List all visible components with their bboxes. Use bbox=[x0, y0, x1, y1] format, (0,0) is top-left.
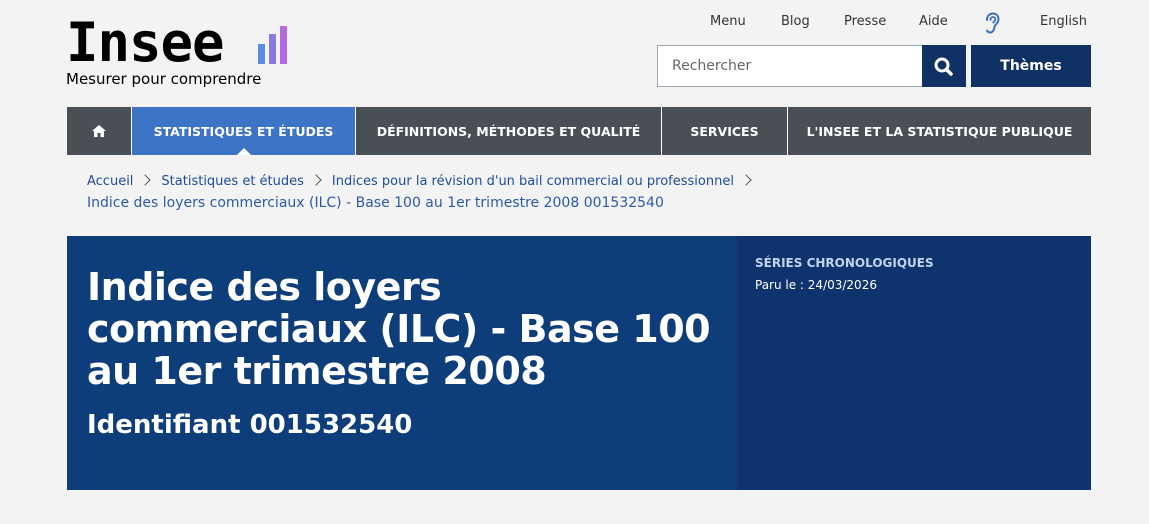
logo-wordmark: Insee bbox=[66, 11, 225, 74]
breadcrumb-current: Indice des loyers commerciaux (ILC) - Ba… bbox=[87, 195, 664, 211]
series-identifier: Identifiant 001532540 bbox=[87, 410, 413, 440]
search-input[interactable] bbox=[658, 46, 922, 86]
nav-label: L'INSEE ET LA STATISTIQUE PUBLIQUE bbox=[806, 123, 1073, 139]
search-icon bbox=[934, 57, 953, 76]
active-caret-icon bbox=[236, 148, 251, 155]
top-link-aide[interactable]: Aide bbox=[919, 14, 948, 29]
chevron-right-icon bbox=[310, 174, 322, 186]
top-link-presse[interactable]: Presse bbox=[844, 14, 886, 29]
breadcrumb-accueil[interactable]: Accueil bbox=[87, 174, 133, 189]
top-link-english[interactable]: English bbox=[1040, 14, 1087, 29]
nav-services[interactable]: SERVICES bbox=[662, 107, 788, 155]
nav-label: STATISTIQUES ET ÉTUDES bbox=[153, 123, 334, 139]
search-box bbox=[657, 45, 923, 87]
top-link-blog[interactable]: Blog bbox=[781, 14, 810, 29]
breadcrumb: Accueil Statistiques et études Indices pou… bbox=[87, 174, 1087, 218]
nav-label: DÉFINITIONS, MÉTHODES ET QUALITÉ bbox=[376, 123, 641, 139]
publication-type: SÉRIES CHRONOLOGIQUES bbox=[755, 256, 934, 270]
logo-tagline: Mesurer pour comprendre bbox=[66, 70, 262, 88]
top-links: Menu Blog Presse Aide English bbox=[690, 12, 1090, 34]
page-title: Indice des loyers commerciaux (ILC) - Ba… bbox=[87, 265, 711, 393]
nav-statistiques-etudes[interactable]: STATISTIQUES ET ÉTUDES bbox=[132, 107, 356, 155]
chevron-right-icon bbox=[740, 174, 752, 186]
page-header: Indice des loyers commerciaux (ILC) - Ba… bbox=[67, 236, 1091, 490]
publication-date: Paru le : 24/03/2026 bbox=[755, 278, 877, 292]
search-button[interactable] bbox=[922, 45, 966, 87]
breadcrumb-statistiques[interactable]: Statistiques et études bbox=[161, 174, 304, 189]
breadcrumb-indices[interactable]: Indices pour la révision d'un bail comme… bbox=[332, 174, 734, 189]
meta-panel: SÉRIES CHRONOLOGIQUES Paru le : 24/03/20… bbox=[737, 236, 1091, 490]
main-nav: STATISTIQUES ET ÉTUDES DÉFINITIONS, MÉTH… bbox=[67, 107, 1091, 155]
insee-logo[interactable]: Insee Mesurer pour comprendre bbox=[66, 12, 306, 92]
chevron-right-icon bbox=[139, 174, 152, 186]
nav-home[interactable] bbox=[67, 107, 132, 155]
top-link-menu[interactable]: Menu bbox=[710, 14, 746, 29]
themes-button[interactable]: Thèmes bbox=[971, 45, 1091, 87]
logo-bars-icon bbox=[258, 26, 292, 64]
nav-definitions-methodes[interactable]: DÉFINITIONS, MÉTHODES ET QUALITÉ bbox=[356, 107, 662, 155]
page: Insee Mesurer pour comprendre Menu Blog … bbox=[0, 0, 1149, 524]
nav-label: SERVICES bbox=[690, 123, 759, 139]
ear-icon[interactable] bbox=[984, 12, 1000, 34]
home-icon bbox=[92, 125, 106, 137]
nav-insee-statistique-publique[interactable]: L'INSEE ET LA STATISTIQUE PUBLIQUE bbox=[788, 107, 1091, 155]
